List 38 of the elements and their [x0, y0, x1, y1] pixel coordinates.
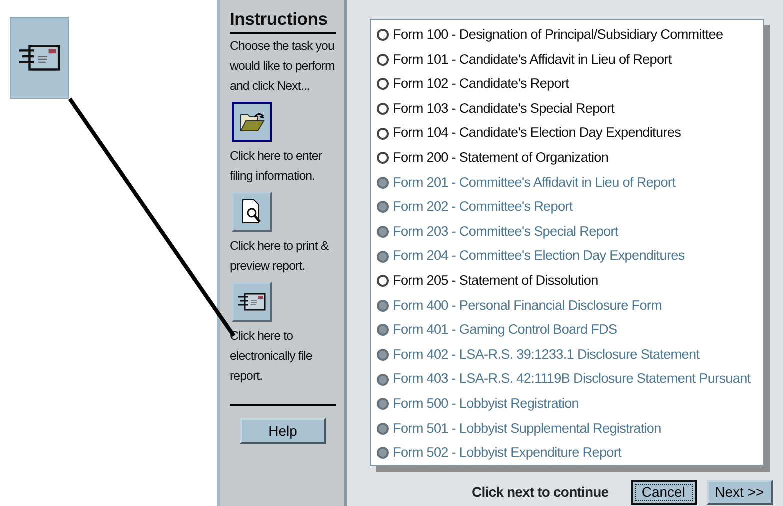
form-label: Form 403 - LSA-R.S. 42:1119B Disclosure Statement Pursuant	[393, 370, 751, 388]
form-label: Form 200 - Statement of Organization	[393, 149, 609, 168]
form-label: Form 502 - Lobbyist Expenditure Report	[393, 444, 622, 462]
form-label: Form 205 - Statement of Dissolution	[393, 272, 598, 290]
radio-button[interactable]	[377, 275, 389, 288]
form-label: Form 401 - Gaming Control Board FDS	[393, 321, 618, 340]
footer-button[interactable]: Cancel	[630, 480, 697, 505]
footer-button[interactable]: Next >>	[706, 480, 773, 505]
help-button[interactable]: Help	[240, 418, 326, 444]
magnifier-document-icon	[241, 199, 263, 225]
folder-icon	[239, 111, 265, 133]
form-label: Form 204 - Committee's Election Day Expenditures	[393, 247, 685, 266]
radio-button[interactable]	[377, 78, 389, 90]
form-label: Form 101 - Candidate's Affidavit in Lieu of Report	[393, 50, 672, 69]
form-label: Form 100 - Designation of Principal/Subsidiary Committee	[393, 26, 724, 44]
footer-hint: Click next to continue	[472, 483, 609, 502]
form-label: Form 202 - Committee's Report	[393, 198, 573, 216]
task-description: Click here to enter filing information.	[230, 148, 324, 185]
sidebar-title: Instructions	[230, 8, 336, 34]
form-label: Form 201 - Committee's Affidavit in Lieu of Report	[393, 174, 676, 192]
form-label: Form 400 - Personal Financial Disclosure Form	[393, 296, 662, 315]
task-button[interactable]	[232, 102, 272, 142]
radio-button[interactable]	[377, 128, 389, 140]
form-label: Form 402 - LSA-R.S. 39:1233.1 Disclosure Statement	[393, 346, 700, 364]
task-description: Click here to print & preview report.	[230, 238, 330, 275]
envelope-icon	[10, 17, 69, 99]
radio-button[interactable]	[377, 29, 389, 42]
instructions-text: Choose the task you would like to perform and click Next...	[230, 38, 336, 95]
form-label: Form 500 - Lobbyist Registration	[393, 395, 579, 413]
form-label: Form 501 - Lobbyist Supplemental Registration	[393, 420, 662, 438]
form-label: Form 102 - Candidate's Report	[393, 75, 570, 94]
radio-button[interactable]	[377, 103, 389, 116]
radio-button[interactable]	[377, 54, 389, 66]
form-label: Form 103 - Candidate's Special Report	[393, 100, 615, 118]
radio-button[interactable]	[377, 152, 389, 164]
form-label: Form 203 - Committee's Special Report	[393, 222, 618, 241]
envelope-icon	[237, 291, 267, 313]
form-label: Form 104 - Candidate's Election Day Expenditures	[393, 124, 682, 142]
